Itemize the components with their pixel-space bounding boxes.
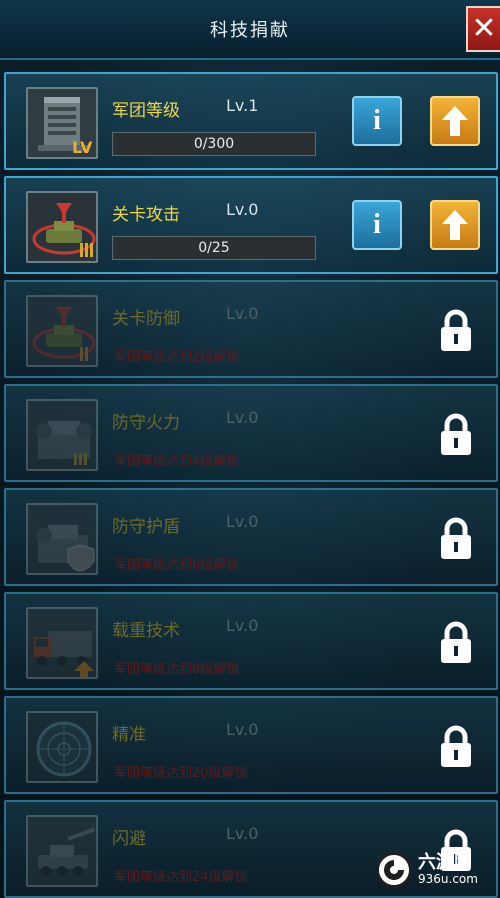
- progress-text: 0/300: [193, 136, 235, 152]
- lock-icon: [441, 517, 471, 559]
- tech-name: 防守护盾: [112, 517, 180, 537]
- tech-item-stage-defense: 关卡防御 Lv.0 军团等级达到2级解锁: [4, 280, 498, 378]
- watermark-text: 六游网 936u.com: [418, 852, 478, 887]
- tech-item-defense-firepower: 防守火力 Lv.0 军团等级达到4级解锁: [4, 384, 498, 482]
- unlock-requirement: 军团等级达到2级解锁: [114, 350, 240, 365]
- lock-icon: [441, 621, 471, 663]
- close-button[interactable]: ✕: [466, 6, 500, 52]
- radar-target-icon: [26, 711, 98, 783]
- progress-bar: 0/25: [112, 236, 316, 260]
- unlock-requirement: 军团等级达到8级解锁: [114, 662, 240, 677]
- tech-level: Lv.0: [226, 824, 259, 843]
- info-button[interactable]: i: [352, 200, 402, 250]
- artillery-dodge-icon: [26, 815, 98, 887]
- tech-name: 精准: [112, 725, 146, 745]
- watermark-sub: 936u.com: [418, 872, 478, 886]
- arrow-up-icon: [442, 210, 468, 240]
- tech-level: Lv.1: [226, 96, 259, 115]
- page-title: 科技捐献: [210, 20, 290, 41]
- tech-level: Lv.0: [226, 408, 259, 427]
- progress-bar: 0/300: [112, 132, 316, 156]
- tech-item-stage-attack: 关卡攻击 Lv.0 0/25 i: [4, 176, 498, 274]
- watermark-logo-icon: [376, 852, 412, 888]
- tech-level: Lv.0: [226, 304, 259, 323]
- tech-item-precision: 精准 Lv.0 军团等级达到20级解锁: [4, 696, 498, 794]
- info-icon: i: [373, 105, 381, 136]
- tech-name: 防守火力: [112, 413, 180, 433]
- close-icon: ✕: [471, 11, 497, 46]
- tech-name: 载重技术: [112, 621, 180, 641]
- tech-name: 军团等级: [112, 101, 180, 121]
- tech-level: Lv.0: [226, 200, 259, 219]
- tech-level: Lv.0: [226, 720, 259, 739]
- truck-cargo-icon: [26, 607, 98, 679]
- progress-text: 0/25: [198, 240, 230, 256]
- unlock-requirement: 军团等级达到6级解锁: [114, 558, 240, 573]
- lock-icon: [441, 309, 471, 351]
- fortress-firepower-icon: [26, 399, 98, 471]
- info-icon: i: [373, 209, 381, 240]
- fortress-shield-icon: [26, 503, 98, 575]
- tech-item-cargo-tech: 载重技术 Lv.0 军团等级达到8级解锁: [4, 592, 498, 690]
- lock-icon: [441, 413, 471, 455]
- tech-name: 关卡防御: [112, 309, 180, 329]
- svg-text:LV: LV: [72, 138, 93, 157]
- tank-defense-icon: [26, 295, 98, 367]
- watermark-main: 六游网: [418, 852, 472, 873]
- info-button[interactable]: i: [352, 96, 402, 146]
- tech-level: Lv.0: [226, 512, 259, 531]
- site-watermark: 六游网 936u.com: [376, 850, 494, 890]
- building-lv-icon: LV: [26, 87, 98, 159]
- tech-level: Lv.0: [226, 616, 259, 635]
- unlock-requirement: 军团等级达到24级解锁: [114, 870, 248, 885]
- tech-item-defense-shield: 防守护盾 Lv.0 军团等级达到6级解锁: [4, 488, 498, 586]
- upgrade-button[interactable]: [430, 200, 480, 250]
- arrow-up-icon: [442, 106, 468, 136]
- header-bar: 科技捐献 ✕: [0, 0, 500, 60]
- tech-name: 闪避: [112, 829, 146, 849]
- unlock-requirement: 军团等级达到4级解锁: [114, 454, 240, 469]
- upgrade-button[interactable]: [430, 96, 480, 146]
- lock-icon: [441, 725, 471, 767]
- tech-name: 关卡攻击: [112, 205, 180, 225]
- unlock-requirement: 军团等级达到20级解锁: [114, 766, 248, 781]
- tank-attack-icon: [26, 191, 98, 263]
- tech-item-legion-level: LV 军团等级 Lv.1 0/300 i: [4, 72, 498, 170]
